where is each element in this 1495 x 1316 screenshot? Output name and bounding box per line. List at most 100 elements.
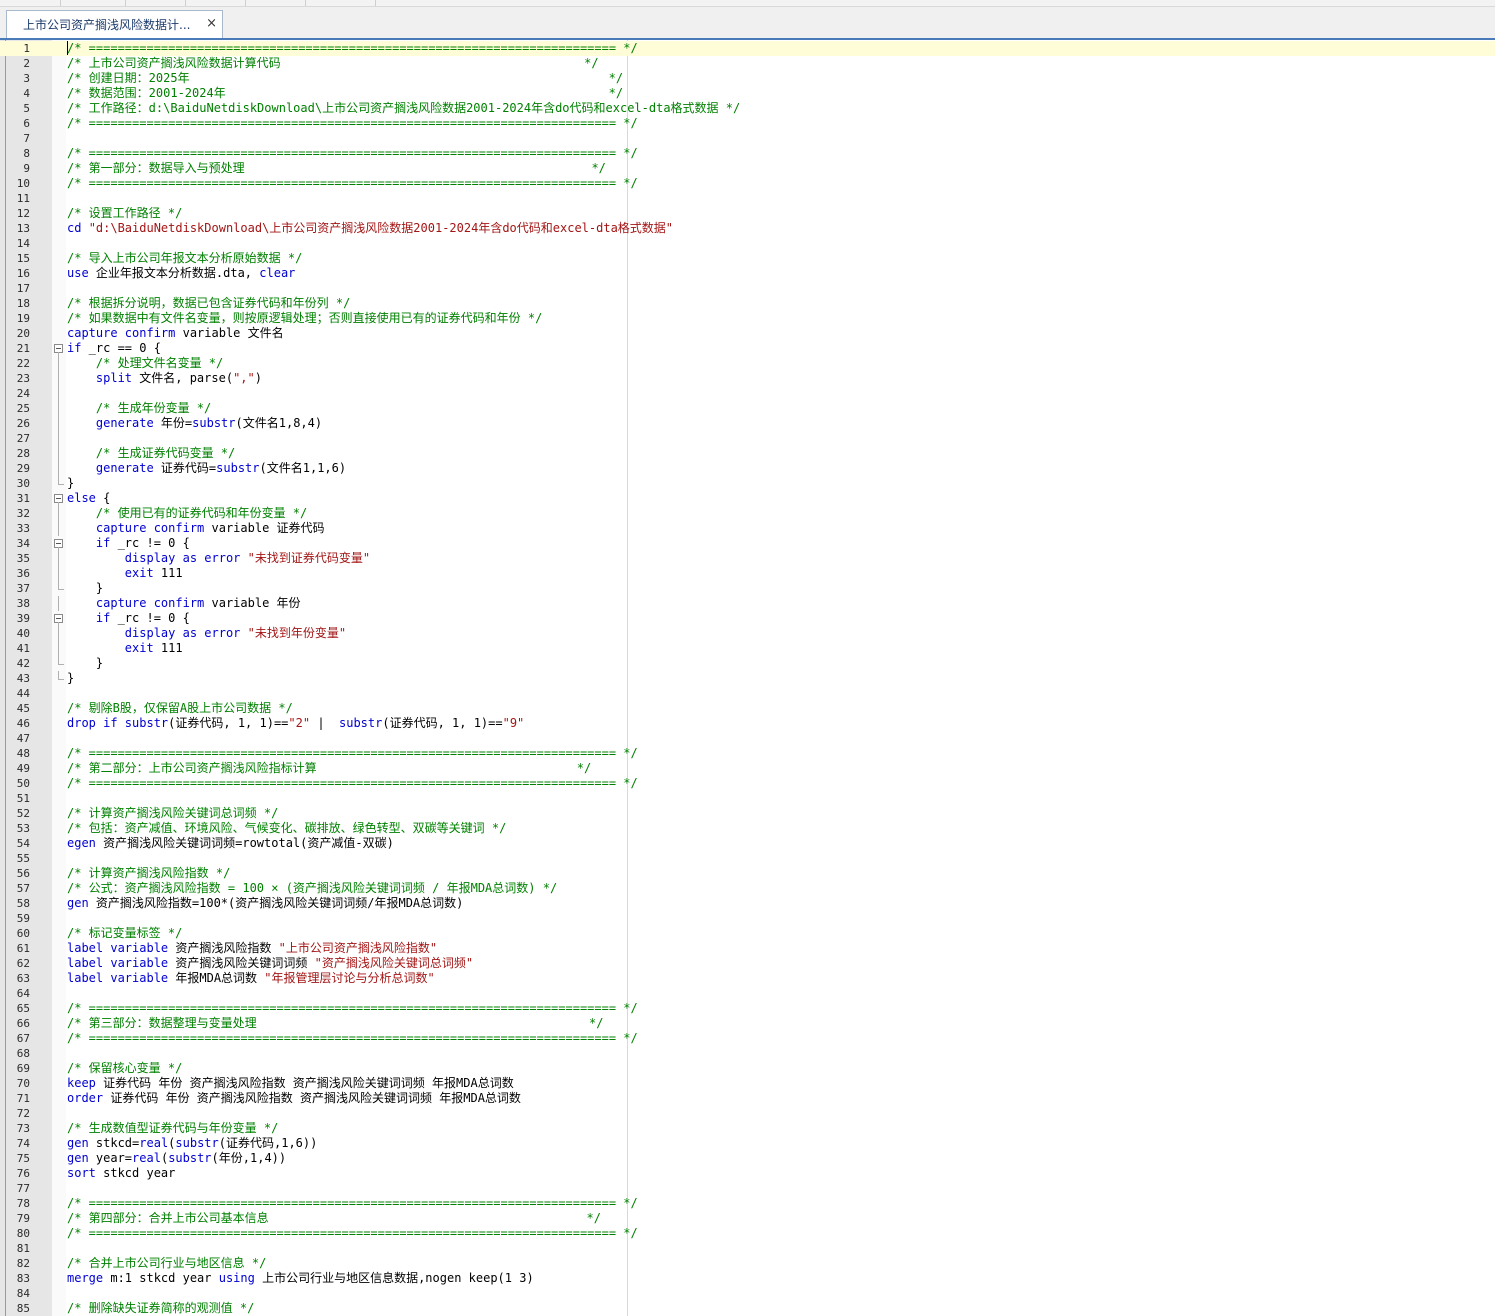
code-line[interactable]: 48 /* ===================================… [0,746,1495,761]
code-line[interactable]: 6 /* ====================================… [0,116,1495,131]
code-line[interactable]: 21 if _rc == 0 { [0,341,1495,356]
code-line[interactable]: 84 [0,1286,1495,1301]
code-line[interactable]: 71 order 证券代码 年份 资产搁浅风险指数 资产搁浅风险关键词词频 年报M… [0,1091,1495,1106]
code-line[interactable]: 59 [0,911,1495,926]
code-line[interactable]: 81 [0,1241,1495,1256]
code-line[interactable]: 32 /* 使用已有的证券代码和年份变量 */ [0,506,1495,521]
code-line[interactable]: 76 sort stkcd year [0,1166,1495,1181]
code-line[interactable]: 11 [0,191,1495,206]
code-line[interactable]: 40 display as error "未找到年份变量" [0,626,1495,641]
code-line[interactable]: 57 /* 公式：资产搁浅风险指数 = 100 × (资产搁浅风险关键词词频 / … [0,881,1495,896]
code-line[interactable]: 50 /* ===================================… [0,776,1495,791]
code-line[interactable]: 47 [0,731,1495,746]
code-line[interactable]: 29 generate 证券代码=substr(文件名1,1,6) [0,461,1495,476]
code-line[interactable]: 85 /* 删除缺失证券简称的观测值 */ [0,1301,1495,1316]
code-line[interactable]: 16 use 企业年报文本分析数据.dta, clear [0,266,1495,281]
code-line[interactable]: 4 /* 数据范围：2001-2024年 */ [0,86,1495,101]
code-line[interactable]: 83 merge m:1 stkcd year using 上市公司行业与地区信息… [0,1271,1495,1286]
code-line[interactable]: 18 /* 根据拆分说明，数据已包含证券代码和年份列 */ [0,296,1495,311]
code-line[interactable]: 68 [0,1046,1495,1061]
code-line[interactable]: 43} [0,671,1495,686]
code-line[interactable]: 55 [0,851,1495,866]
code-line[interactable]: 35 display as error "未找到证券代码变量" [0,551,1495,566]
code-line[interactable]: 80 /* ===================================… [0,1226,1495,1241]
code-line[interactable]: 31 else { [0,491,1495,506]
code-line[interactable]: 45 /* 剔除B股，仅保留A股上市公司数据 */ [0,701,1495,716]
tab-document[interactable]: 上市公司资产搁浅风险数据计... × [6,10,223,38]
fold-toggle-icon[interactable] [52,341,66,356]
code-line[interactable]: 24 [0,386,1495,401]
code-line[interactable]: 75 gen year=real(substr(年份,1,4)) [0,1151,1495,1166]
code-editor[interactable]: 1 /* ====================================… [0,40,1495,1316]
code-line[interactable]: 22 /* 处理文件名变量 */ [0,356,1495,371]
code-line[interactable]: 58 gen 资产搁浅风险指数=100*(资产搁浅风险关键词词频/年报MDA总词数… [0,896,1495,911]
code-line[interactable]: 17 [0,281,1495,296]
code-line[interactable]: 74 gen stkcd=real(substr(证券代码,1,6)) [0,1136,1495,1151]
token: use [67,266,89,280]
code-line[interactable]: 54 egen 资产搁浅风险关键词词频=rowtotal(资产减值-双碳) [0,836,1495,851]
code-line[interactable]: 60 /* 标记变量标签 */ [0,926,1495,941]
code-line[interactable]: 62 label variable 资产搁浅风险关键词词频 "资产搁浅风险关键词总… [0,956,1495,971]
code-line[interactable]: 9 /* 第一部分：数据导入与预处理 */ [0,161,1495,176]
code-line[interactable]: 14 [0,236,1495,251]
code-line[interactable]: 82 /* 合并上市公司行业与地区信息 */ [0,1256,1495,1271]
token: variable 文件名 [175,326,284,340]
code-line[interactable]: 65 /* ===================================… [0,1001,1495,1016]
code-line[interactable]: 70 keep 证券代码 年份 资产搁浅风险指数 资产搁浅风险关键词词频 年报MD… [0,1076,1495,1091]
code-line[interactable]: 20 capture confirm variable 文件名 [0,326,1495,341]
code-line[interactable]: 73 /* 生成数值型证券代码与年份变量 */ [0,1121,1495,1136]
fold-toggle-icon[interactable] [52,536,66,551]
code-line[interactable]: 34 if _rc != 0 { [0,536,1495,551]
code-line[interactable]: 69 /* 保留核心变量 */ [0,1061,1495,1076]
code-line[interactable]: 13 cd "d:\BaiduNetdiskDownload\上市公司资产搁浅风险… [0,221,1495,236]
code-line[interactable]: 12 /* 设置工作路径 */ [0,206,1495,221]
code-line[interactable]: 8 /* ====================================… [0,146,1495,161]
code-text: /* =====================================… [67,176,638,191]
code-line[interactable]: 15 /* 导入上市公司年报文本分析原始数据 */ [0,251,1495,266]
fold-toggle-icon[interactable] [52,491,66,506]
code-line[interactable]: 23 split 文件名, parse(",") [0,371,1495,386]
code-line[interactable]: 19 /* 如果数据中有文件名变量，则按原逻辑处理；否则直接使用已有的证券代码和年… [0,311,1495,326]
token: exit [124,641,154,655]
code-line[interactable]: 49 /* 第二部分：上市公司资产搁浅风险指标计算 */ [0,761,1495,776]
code-line[interactable]: 44 [0,686,1495,701]
code-line[interactable]: 30} [0,476,1495,491]
code-line[interactable]: 79 /* 第四部分：合并上市公司基本信息 */ [0,1211,1495,1226]
code-line[interactable]: 39 if _rc != 0 { [0,611,1495,626]
code-line[interactable]: 36 exit 111 [0,566,1495,581]
line-number: 32 [16,507,30,520]
code-line[interactable]: 7 [0,131,1495,146]
close-icon[interactable]: × [206,16,217,31]
code-line[interactable]: 77 [0,1181,1495,1196]
code-line[interactable]: 27 [0,431,1495,446]
code-line[interactable]: 64 [0,986,1495,1001]
code-line[interactable]: 26 generate 年份=substr(文件名1,8,4) [0,416,1495,431]
code-line[interactable]: 1 /* ====================================… [0,41,1495,56]
code-line[interactable]: 78 /* ===================================… [0,1196,1495,1211]
code-line[interactable]: 10 /* ===================================… [0,176,1495,191]
line-number: 48 [16,747,30,760]
code-line[interactable]: 63 label variable 年报MDA总词数 "年报管理层讨论与分析总词数… [0,971,1495,986]
code-line[interactable]: 51 [0,791,1495,806]
code-text: /* 设置工作路径 */ [67,206,182,221]
code-line[interactable]: 56 /* 计算资产搁浅风险指数 */ [0,866,1495,881]
code-line[interactable]: 38 capture confirm variable 年份 [0,596,1495,611]
code-line[interactable]: 37 } [0,581,1495,596]
code-line[interactable]: 67 /* ===================================… [0,1031,1495,1046]
code-line[interactable]: 3 /* 创建日期：2025年 */ [0,71,1495,86]
code-line[interactable]: 42 } [0,656,1495,671]
code-line[interactable]: 41 exit 111 [0,641,1495,656]
fold-toggle-icon[interactable] [52,611,66,626]
code-line[interactable]: 61 label variable 资产搁浅风险指数 "上市公司资产搁浅风险指数" [0,941,1495,956]
code-line[interactable]: 5 /* 工作路径：d:\BaiduNetdiskDownload\上市公司资产搁… [0,101,1495,116]
code-line[interactable]: 33 capture confirm variable 证券代码 [0,521,1495,536]
code-line[interactable]: 52 /* 计算资产搁浅风险关键词总词频 */ [0,806,1495,821]
code-line[interactable]: 25 /* 生成年份变量 */ [0,401,1495,416]
token: "2" [288,716,311,730]
code-line[interactable]: 72 [0,1106,1495,1121]
code-line[interactable]: 53 /* 包括：资产减值、环境风险、气候变化、碳排放、绿色转型、双碳等关键词 *… [0,821,1495,836]
code-line[interactable]: 28 /* 生成证券代码变量 */ [0,446,1495,461]
code-line[interactable]: 66 /* 第三部分：数据整理与变量处理 */ [0,1016,1495,1031]
code-line[interactable]: 2 /* 上市公司资产搁浅风险数据计算代码 */ [0,56,1495,71]
code-line[interactable]: 46 drop if substr(证券代码, 1, 1)=="2" | subs… [0,716,1495,731]
